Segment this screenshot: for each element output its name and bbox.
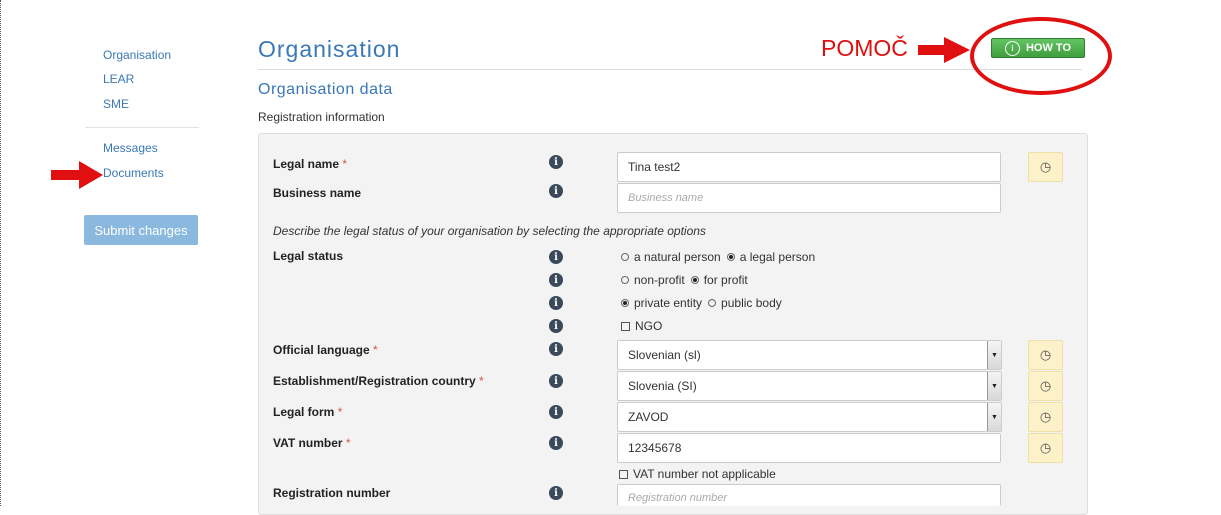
official-language-label: Official language * bbox=[273, 343, 378, 357]
red-arrow-annotation-right bbox=[918, 37, 970, 63]
for-profit-label: for profit bbox=[703, 273, 748, 287]
vat-number-field[interactable]: 12345678 bbox=[617, 433, 1001, 463]
legal-status-label: Legal status bbox=[273, 249, 344, 263]
history-button[interactable]: ◷ bbox=[1028, 433, 1063, 463]
title-divider bbox=[258, 69, 1082, 70]
page-title: Organisation bbox=[258, 36, 401, 62]
info-icon[interactable]: i bbox=[549, 296, 563, 310]
clock-icon: ◷ bbox=[1039, 159, 1052, 174]
sidebar-item-lear[interactable]: LEAR bbox=[103, 72, 134, 86]
establishment-country-label: Establishment/Registration country * bbox=[273, 374, 484, 388]
clock-icon: ◷ bbox=[1039, 347, 1052, 362]
info-icon[interactable]: i bbox=[549, 342, 563, 356]
official-language-select[interactable]: Slovenian (sl) ▼ bbox=[617, 340, 1002, 370]
clock-icon: ◷ bbox=[1039, 440, 1052, 455]
sidebar-divider bbox=[85, 127, 199, 128]
non-profit-radio[interactable] bbox=[621, 276, 629, 284]
registration-number-field[interactable]: Registration number bbox=[617, 484, 1001, 506]
clock-icon: ◷ bbox=[1039, 409, 1052, 424]
info-icon[interactable]: i bbox=[549, 486, 563, 500]
info-icon[interactable]: i bbox=[549, 405, 563, 419]
dropdown-arrow-icon: ▼ bbox=[987, 403, 1001, 431]
legal-form-select[interactable]: ZAVOD ▼ bbox=[617, 402, 1002, 432]
history-button[interactable]: ◷ bbox=[1028, 371, 1063, 401]
establishment-country-select[interactable]: Slovenia (SI) ▼ bbox=[617, 371, 1002, 401]
ngo-checkbox[interactable] bbox=[621, 321, 630, 331]
red-arrow-annotation bbox=[51, 161, 103, 189]
history-button[interactable]: ◷ bbox=[1028, 152, 1063, 182]
info-icon[interactable]: i bbox=[549, 155, 563, 169]
sidebar-item-documents[interactable]: Documents bbox=[103, 166, 164, 180]
sidebar-item-messages[interactable]: Messages bbox=[103, 141, 158, 155]
dropdown-arrow-icon: ▼ bbox=[987, 372, 1001, 400]
info-icon[interactable]: i bbox=[549, 374, 563, 388]
legal-status-description: Describe the legal status of your organi… bbox=[273, 224, 706, 238]
history-button[interactable]: ◷ bbox=[1028, 340, 1063, 370]
vat-not-applicable-checkbox[interactable] bbox=[619, 469, 628, 479]
legal-form-label: Legal form * bbox=[273, 405, 343, 419]
legal-person-radio[interactable] bbox=[726, 253, 735, 261]
public-body-radio[interactable] bbox=[708, 299, 717, 307]
info-icon[interactable]: i bbox=[549, 273, 563, 287]
business-name-field[interactable]: Business name bbox=[617, 183, 1001, 213]
ngo-option: NGO bbox=[621, 319, 662, 333]
business-name-label: Business name bbox=[273, 186, 362, 200]
info-icon[interactable]: i bbox=[549, 319, 563, 333]
legal-person-label: a legal person bbox=[739, 250, 816, 264]
clock-icon: ◷ bbox=[1039, 378, 1052, 393]
sidebar-item-sme[interactable]: SME bbox=[103, 97, 129, 111]
history-button[interactable]: ◷ bbox=[1028, 402, 1063, 432]
natural-person-label: a natural person bbox=[634, 250, 721, 264]
info-icon[interactable]: i bbox=[549, 184, 563, 198]
vat-number-label: VAT number * bbox=[273, 436, 351, 450]
legal-name-label: Legal name * bbox=[273, 157, 348, 171]
registration-number-label: Registration number bbox=[273, 486, 391, 500]
submit-changes-button[interactable]: Submit changes bbox=[84, 215, 198, 245]
vat-not-applicable-label: VAT number not applicable bbox=[633, 467, 776, 481]
sidebar-item-organisation[interactable]: Organisation bbox=[103, 48, 171, 62]
person-type-options: a natural person a legal person bbox=[621, 250, 815, 264]
for-profit-radio[interactable] bbox=[690, 276, 699, 284]
entity-type-options: private entity public body bbox=[621, 296, 782, 310]
info-icon[interactable]: i bbox=[549, 436, 563, 450]
vat-not-applicable-option: VAT number not applicable bbox=[619, 467, 776, 481]
private-entity-radio[interactable] bbox=[621, 299, 629, 307]
subsection-title: Registration information bbox=[258, 110, 385, 124]
legal-name-field[interactable]: Tina test2 bbox=[617, 152, 1001, 182]
private-entity-label: private entity bbox=[634, 296, 703, 310]
red-circle-annotation bbox=[970, 17, 1112, 95]
ngo-label: NGO bbox=[635, 319, 663, 333]
natural-person-radio[interactable] bbox=[621, 253, 629, 261]
pomoc-annotation-label: POMOČ bbox=[821, 35, 908, 61]
non-profit-label: non-profit bbox=[634, 273, 685, 287]
profit-type-options: non-profit for profit bbox=[621, 273, 748, 287]
dropdown-arrow-icon: ▼ bbox=[987, 341, 1001, 369]
section-title: Organisation data bbox=[258, 81, 393, 98]
public-body-label: public body bbox=[721, 296, 782, 310]
info-icon[interactable]: i bbox=[549, 250, 563, 264]
